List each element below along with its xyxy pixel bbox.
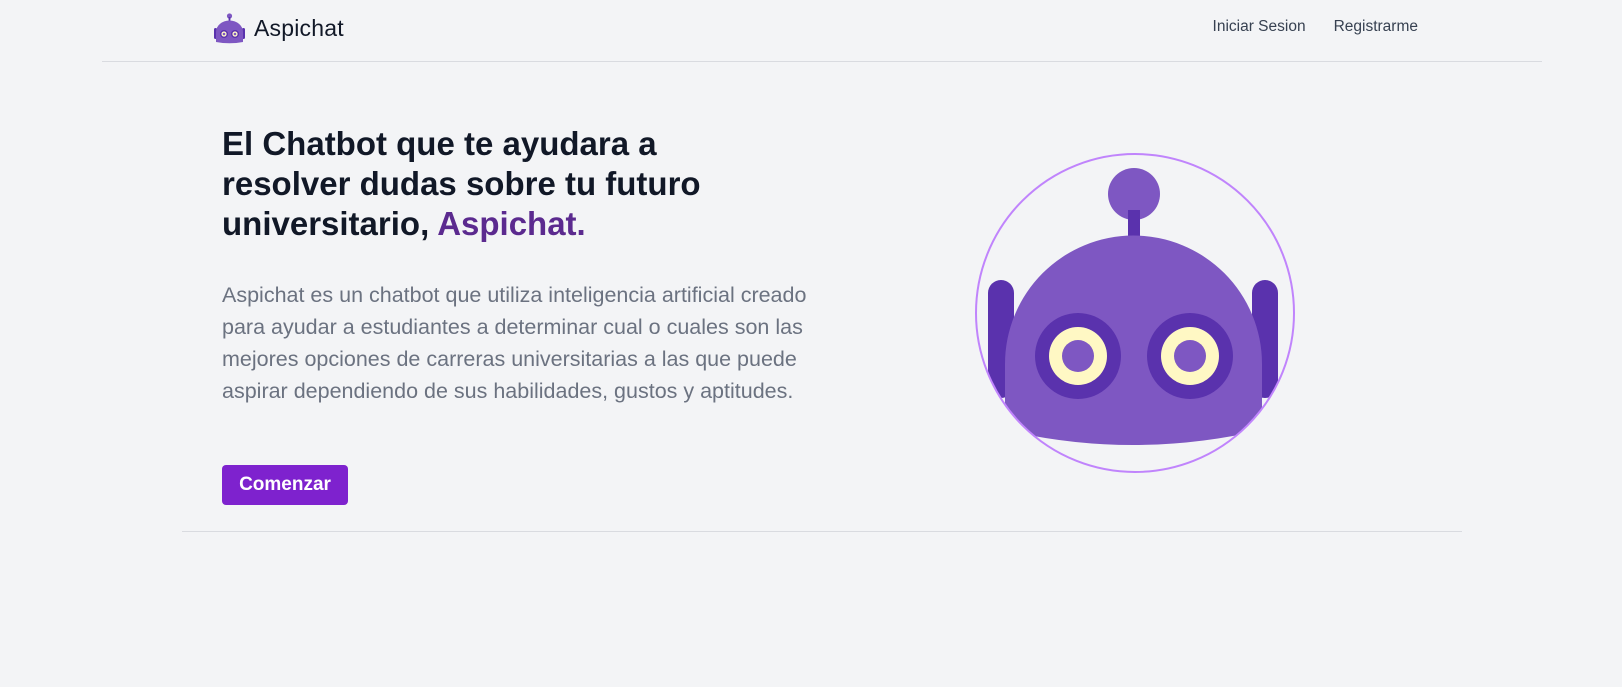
- register-link[interactable]: Registrarme: [1334, 18, 1418, 36]
- section-divider: [182, 531, 1462, 532]
- hero-description: Aspichat es un chatbot que utiliza intel…: [222, 283, 807, 403]
- login-link[interactable]: Iniciar Sesion: [1213, 18, 1306, 36]
- robot-icon: [214, 13, 245, 44]
- brand-link[interactable]: Aspichat: [213, 12, 344, 45]
- brand-name: Aspichat: [254, 15, 344, 41]
- robot-icon: [975, 153, 1295, 473]
- top-navbar: Aspichat Iniciar Sesion Registrarme: [102, 0, 1542, 62]
- start-button[interactable]: Comenzar: [222, 465, 348, 505]
- nav-links: Iniciar Sesion Registrarme: [1213, 18, 1418, 36]
- hero-title: El Chatbot que te ayudara a resolver dud…: [222, 124, 782, 244]
- hero-title-highlight: Aspichat.: [437, 205, 586, 242]
